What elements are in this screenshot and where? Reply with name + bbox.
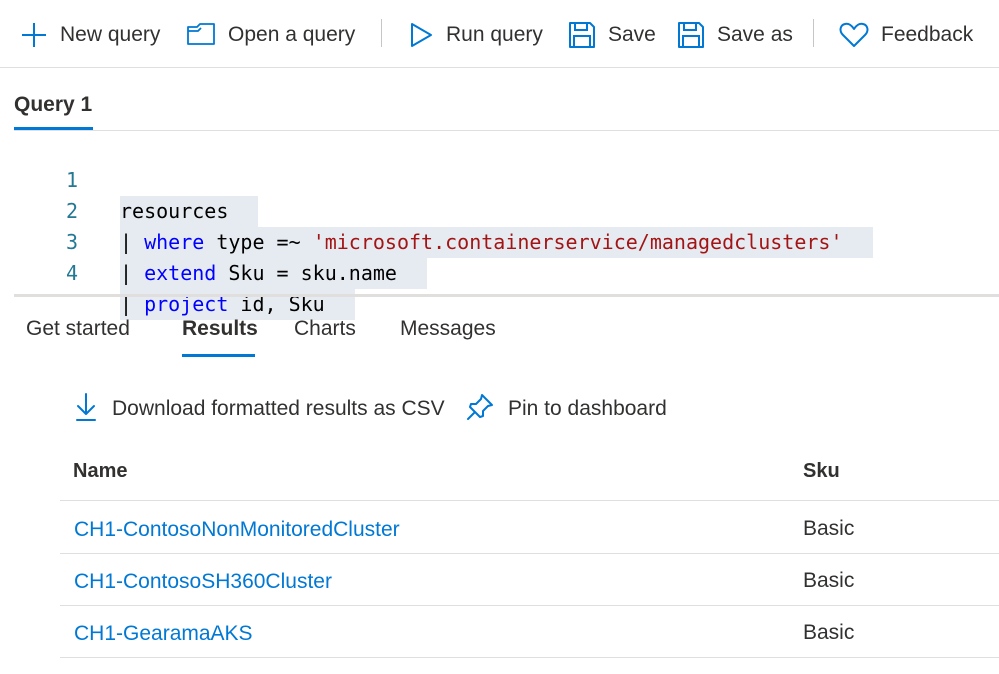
sku-cell: Basic [803,621,855,644]
toolbar-separator [813,19,814,47]
code-text: | extend Sku = sku.name [120,258,427,289]
code-token: | [120,261,145,285]
save-icon [568,21,596,49]
play-icon [408,21,434,49]
feedback-button[interactable]: Feedback [839,18,973,52]
download-csv-label: Download formatted results as CSV [112,397,445,420]
line-number: 4 [65,261,78,285]
plus-icon [20,21,48,49]
query-editor[interactable]: 1 resources 2 | where type =~ 'microsoft… [14,131,999,320]
code-keyword: where [144,230,205,254]
pin-icon [466,393,494,426]
tab-messages[interactable]: Messages [400,317,496,341]
tab-results[interactable]: Results [182,317,258,341]
code-keyword: extend [144,261,217,285]
code-token: resources [120,199,229,223]
pin-to-dashboard-button[interactable]: Pin to dashboard [466,392,667,426]
command-bar: New query Open a query Run query Save Sa… [0,0,999,68]
cluster-name-link[interactable]: CH1-ContosoNonMonitoredCluster [74,518,400,542]
code-text: | where type =~ 'microsoft.containerserv… [120,227,873,258]
code-token: type =~ [204,230,313,254]
tab-get-started[interactable]: Get started [26,317,130,341]
sku-cell: Basic [803,569,855,592]
divider [60,605,999,606]
download-icon [74,392,98,427]
code-line: 3 | extend Sku = sku.name [14,196,427,289]
download-csv-button[interactable]: Download formatted results as CSV [74,392,445,426]
open-query-label: Open a query [228,23,356,46]
code-token: Sku = sku.name [216,261,397,285]
sku-cell: Basic [803,517,855,540]
tab-charts[interactable]: Charts [294,317,356,341]
save-button[interactable]: Save [568,18,656,52]
code-text: resources [120,196,259,227]
code-line: 2 | where type =~ 'microsoft.containerse… [14,165,873,258]
save-label: Save [608,23,656,46]
divider [60,500,999,501]
column-header-sku[interactable]: Sku [803,460,840,483]
column-header-name[interactable]: Name [73,460,127,483]
cluster-name-link[interactable]: CH1-ContosoSH360Cluster [74,570,332,594]
run-query-button[interactable]: Run query [408,18,543,52]
save-as-icon [677,21,705,49]
cluster-name-link[interactable]: CH1-GearamaAKS [74,622,253,646]
pin-to-dashboard-label: Pin to dashboard [508,397,667,420]
folder-icon [186,22,216,48]
save-as-label: Save as [717,23,793,46]
code-line: 4 | project id, Sku [14,227,355,320]
toolbar-separator [381,19,382,47]
open-query-button[interactable]: Open a query [186,18,355,52]
active-tab-indicator [182,354,255,357]
heart-icon [839,21,869,49]
editor-resize-handle[interactable] [14,294,999,297]
new-query-label: New query [60,23,161,46]
divider [60,657,999,658]
code-token: | [120,230,145,254]
tab-query-1[interactable]: Query 1 [14,93,92,117]
divider [60,553,999,554]
save-as-button[interactable]: Save as [677,18,793,52]
new-query-button[interactable]: New query [20,18,160,52]
code-string: 'microsoft.containerservice/managedclust… [312,230,843,254]
code-line: 1 resources [14,134,259,227]
run-query-label: Run query [446,23,543,46]
feedback-label: Feedback [881,23,974,46]
